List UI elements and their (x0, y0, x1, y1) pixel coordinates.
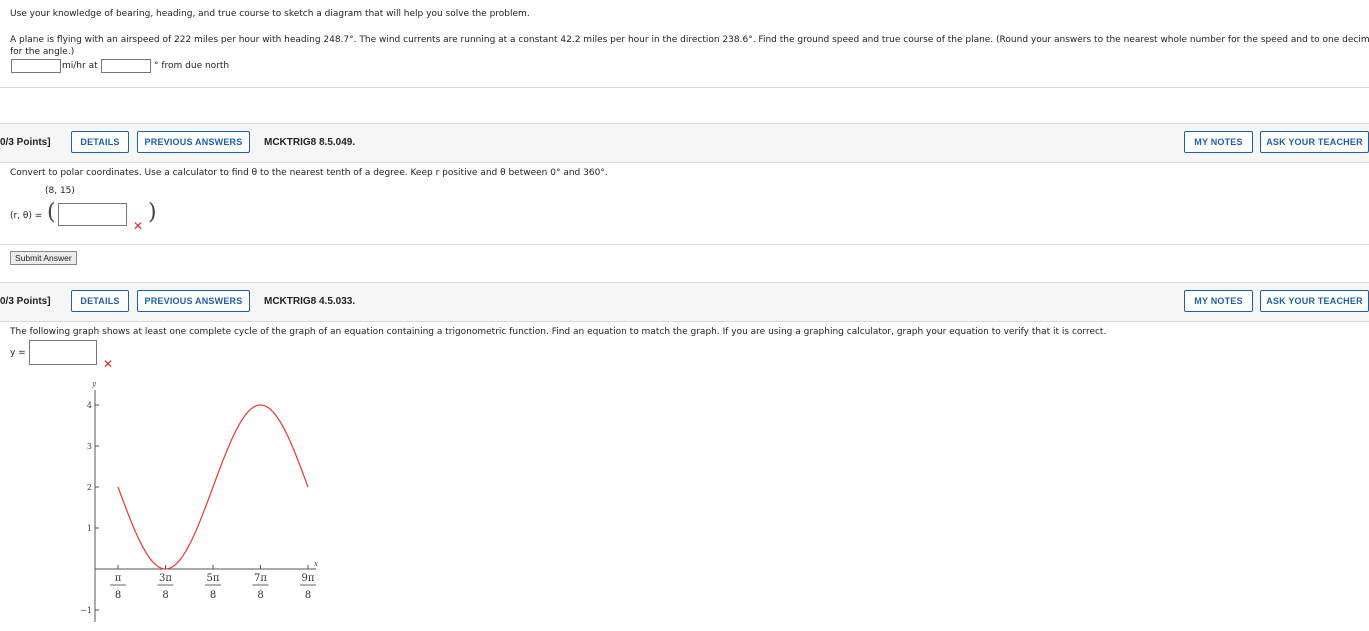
graph-curve (117, 404, 309, 570)
x-tick-denominator: 8 (305, 590, 311, 601)
y-tick-label: 4 (87, 401, 92, 410)
divider (0, 244, 1369, 245)
incorrect-icon: ✕ (103, 357, 114, 371)
problem2-ask-teacher-button[interactable]: ASK YOUR TEACHER (1260, 131, 1369, 153)
angle-unit-label: ° from due north (154, 61, 230, 71)
x-axis-label: x (314, 560, 318, 568)
x-tick-numerator: 9π (302, 573, 315, 584)
open-paren: ( (47, 200, 56, 225)
x-tick-denominator: 8 (115, 590, 121, 601)
problem2-details-button[interactable]: DETAILS (71, 131, 129, 153)
x-tick-numerator: π (115, 573, 122, 584)
trig-graph: yx −11234π83π85π87π89π8 (80, 380, 318, 622)
problem2-previous-answers-button[interactable]: PREVIOUS ANSWERS (137, 131, 250, 153)
problem3-question-id: MCKTRIG8 4.5.033. (264, 296, 356, 307)
graph-ticks: −1 1 2 3 4 π 8 3π 8 5π 8 7π 8 9π 8 (80, 401, 317, 615)
problem3-ask-teacher-button[interactable]: ASK YOUR TEACHER (1260, 290, 1369, 312)
close-paren: ) (148, 200, 157, 225)
speed-input[interactable] (11, 59, 61, 73)
equation-input[interactable] (29, 340, 97, 365)
problem2-prompt: Convert to polar coordinates. Use a calc… (10, 168, 608, 178)
polar-answer-label: (r, θ) = (10, 211, 43, 221)
graph-axes: yx (91, 380, 318, 622)
problem1-text-line2: for the angle.) (10, 47, 75, 57)
problem3-details-button[interactable]: DETAILS (71, 290, 129, 312)
problem3-prompt: The following graph shows at least one c… (10, 327, 1107, 337)
problem2-question-id: MCKTRIG8 8.5.049. (264, 137, 356, 148)
x-tick-denominator: 8 (162, 590, 168, 601)
y-tick-label: 1 (87, 524, 92, 533)
angle-input[interactable] (101, 59, 151, 73)
problem2-point: (8, 15) (45, 186, 75, 196)
submit-answer-button[interactable]: Submit Answer (10, 251, 77, 265)
polar-answer-input[interactable] (58, 203, 127, 226)
x-tick-numerator: 7π (254, 573, 267, 584)
problem1-instruction: Use your knowledge of bearing, heading, … (10, 9, 530, 19)
y-tick-label: 3 (87, 442, 92, 451)
divider (0, 87, 1369, 88)
problem2-points: 0/3 Points] (0, 137, 51, 148)
problem3-previous-answers-button[interactable]: PREVIOUS ANSWERS (137, 290, 250, 312)
x-tick-denominator: 8 (210, 590, 216, 601)
problem1-text-line1: A plane is flying with an airspeed of 22… (10, 35, 1369, 45)
x-tick-numerator: 5π (207, 573, 220, 584)
y-axis-label: y (91, 380, 97, 388)
speed-unit-label: mi/hr at (62, 61, 98, 71)
x-tick-numerator: 3π (159, 573, 172, 584)
y-tick-label: 2 (87, 483, 92, 492)
problem3-my-notes-button[interactable]: MY NOTES (1184, 290, 1253, 312)
problem2-my-notes-button[interactable]: MY NOTES (1184, 131, 1253, 153)
x-tick-denominator: 8 (257, 590, 263, 601)
problem3-points: 0/3 Points] (0, 296, 51, 307)
equation-label: y = (10, 348, 26, 358)
y-tick-label: −1 (80, 606, 92, 615)
incorrect-icon: ✕ (133, 219, 144, 233)
